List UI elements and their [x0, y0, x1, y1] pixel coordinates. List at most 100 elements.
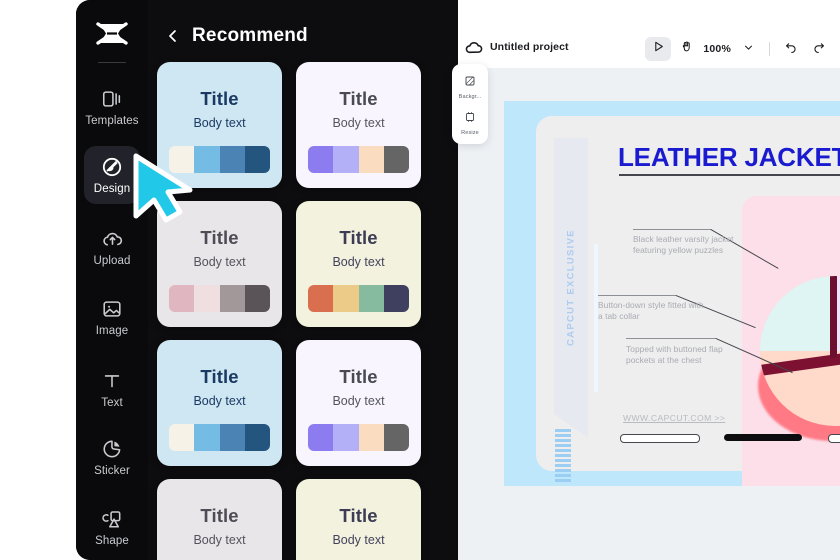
- sidebar-item-label: Image: [96, 325, 128, 337]
- template-card[interactable]: Title Body text: [157, 201, 282, 327]
- template-card[interactable]: Title Body text: [157, 479, 282, 560]
- capcut-logo[interactable]: [76, 14, 148, 54]
- card-title: Title: [157, 505, 282, 527]
- resize-tool-label: Resize: [461, 130, 479, 136]
- template-card-grid: Title Body text Title Body text Title Bo…: [148, 58, 458, 560]
- card-body-text: Body text: [157, 116, 282, 130]
- sidebar-item-label: Design: [94, 183, 130, 195]
- sidebar-item-image[interactable]: Image: [84, 288, 140, 346]
- background-tool-button[interactable]: Backgr...: [452, 70, 488, 104]
- editor-topbar: Untitled project 100%: [458, 0, 840, 68]
- resize-tool-button[interactable]: Resize: [452, 106, 488, 140]
- annotation-text: Black leather varsity jacket featuring y…: [633, 234, 743, 255]
- image-icon: [101, 297, 123, 321]
- redo-button[interactable]: [806, 37, 832, 61]
- template-card[interactable]: Title Body text: [296, 201, 421, 327]
- shape-icon: [101, 507, 124, 531]
- background-tool-label: Backgr...: [459, 94, 482, 100]
- sidebar-item-upload[interactable]: Upload: [84, 218, 140, 276]
- floating-tool-panel: Backgr... Resize: [452, 64, 488, 144]
- progress-bar-outline-right: [828, 434, 840, 443]
- present-button[interactable]: [645, 37, 671, 61]
- card-title: Title: [296, 227, 421, 249]
- card-title: Title: [157, 366, 282, 388]
- card-body-text: Body text: [157, 394, 282, 408]
- design-headline[interactable]: LEATHER JACKET: [618, 142, 840, 173]
- card-title: Title: [296, 366, 421, 388]
- card-body-text: Body text: [157, 533, 282, 547]
- panel-header: Recommend: [148, 18, 458, 54]
- background-icon: [464, 74, 476, 92]
- barcode-decoration: [555, 429, 571, 486]
- app-shell: Templates Design: [76, 0, 458, 560]
- website-url[interactable]: WWW.CAPCUT.COM >>: [623, 413, 725, 423]
- color-swatch-strip: [308, 146, 409, 173]
- hand-tool-icon: [680, 40, 693, 58]
- color-swatch-strip: [169, 285, 270, 312]
- circle-vertical-band: [830, 276, 837, 358]
- progress-bar-filled-center: [724, 434, 802, 441]
- template-card[interactable]: Title Body text: [296, 340, 421, 466]
- template-card[interactable]: Title Body text: [296, 479, 421, 560]
- chevron-down-icon: [743, 40, 754, 58]
- page-title: Recommend: [192, 25, 308, 47]
- sidebar-item-design[interactable]: Design: [84, 146, 140, 204]
- design-canvas[interactable]: CAPCUT EXCLUSIVE LEATHER JACKET $: [504, 101, 840, 486]
- resize-icon: [464, 110, 476, 128]
- zoom-dropdown-button[interactable]: [735, 37, 761, 61]
- topbar-actions: 100%: [645, 36, 832, 62]
- upload-cloud-icon: [101, 227, 124, 251]
- annotation-text: Button-down style fitted with a tab coll…: [598, 300, 708, 321]
- annotation-rule: [626, 338, 716, 339]
- color-swatch-strip: [169, 424, 270, 451]
- sidebar-item-shape[interactable]: Shape: [84, 498, 140, 556]
- card-body-text: Body text: [296, 394, 421, 408]
- card-title: Title: [157, 227, 282, 249]
- canvas-workspace: Backgr... Resize CAPCUT EXCLUSIV: [458, 68, 840, 560]
- cloud-icon: [464, 38, 484, 58]
- template-card[interactable]: Title Body text: [157, 340, 282, 466]
- redo-icon: [812, 40, 826, 59]
- text-icon: [101, 369, 123, 393]
- sidebar-item-label: Upload: [93, 255, 130, 267]
- sidebar-item-templates[interactable]: Templates: [84, 78, 140, 136]
- color-swatch-strip: [308, 285, 409, 312]
- sidebar-item-text[interactable]: Text: [84, 360, 140, 418]
- rail-divider: [98, 62, 126, 63]
- card-title: Title: [157, 88, 282, 110]
- project-name[interactable]: Untitled project: [490, 41, 569, 53]
- annotation-rule: [598, 295, 676, 296]
- design-card-surface: CAPCUT EXCLUSIVE LEATHER JACKET $: [536, 116, 840, 471]
- undo-button[interactable]: [778, 37, 804, 61]
- color-swatch-strip: [169, 146, 270, 173]
- headline-underline: [619, 174, 840, 176]
- circle-quadrant-mint: [760, 276, 835, 351]
- app-window: Templates Design: [0, 0, 840, 560]
- recommend-panel: Recommend Title Body text Title Body tex…: [148, 0, 458, 560]
- editor-area: Untitled project 100%: [458, 0, 840, 560]
- templates-icon: [101, 87, 123, 111]
- left-nav-rail: Templates Design: [76, 0, 148, 560]
- design-brush-icon: [100, 155, 124, 179]
- sticker-icon: [101, 437, 123, 461]
- progress-bar-outline-left: [620, 434, 700, 443]
- card-body-text: Body text: [296, 255, 421, 269]
- card-title: Title: [296, 88, 421, 110]
- annotation-rule: [633, 229, 711, 230]
- zoom-level[interactable]: 100%: [701, 43, 733, 55]
- toolbar-divider: [769, 42, 770, 56]
- sidebar-item-label: Text: [101, 397, 123, 409]
- template-card[interactable]: Title Body text: [296, 62, 421, 188]
- play-present-icon: [652, 40, 665, 58]
- sidebar-item-label: Shape: [95, 535, 129, 547]
- card-body-text: Body text: [157, 255, 282, 269]
- sidebar-item-label: Sticker: [94, 465, 130, 477]
- undo-icon: [784, 40, 798, 59]
- back-button[interactable]: [156, 19, 190, 53]
- hand-tool-button[interactable]: [673, 37, 699, 61]
- template-card[interactable]: Title Body text: [157, 62, 282, 188]
- side-tab-label: CAPCUT EXCLUSIVE: [554, 138, 588, 438]
- card-body-text: Body text: [296, 116, 421, 130]
- card-body-text: Body text: [296, 533, 421, 547]
- sidebar-item-sticker[interactable]: Sticker: [84, 428, 140, 486]
